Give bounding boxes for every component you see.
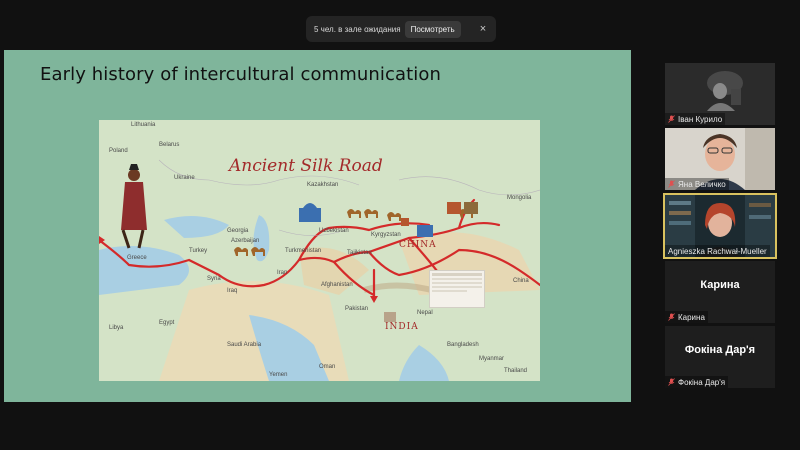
- map-label: Kyrgyzstan: [371, 232, 401, 238]
- map-label: Iraq: [227, 288, 238, 294]
- map-label: Greece: [127, 255, 147, 261]
- map-label: Ukraine: [174, 175, 195, 181]
- map-info-card: [429, 270, 485, 308]
- map-label: Syria: [207, 276, 221, 282]
- map-label: Afghanistan: [321, 282, 353, 288]
- participant-tile[interactable]: Карина Карина: [665, 261, 775, 323]
- map-title: Ancient Silk Road: [229, 156, 383, 176]
- waiting-room-notification: 5 чел. в зале ожидания Посмотреть ×: [306, 16, 496, 42]
- mic-muted-icon: [668, 313, 675, 321]
- map-label: Mongolia: [507, 195, 532, 201]
- map-label: Saudi Arabia: [227, 342, 262, 348]
- map-label: Egypt: [159, 320, 175, 326]
- waiting-room-text: 5 чел. в зале ожидания: [314, 24, 401, 34]
- mic-muted-icon: [668, 115, 675, 123]
- map-label: Myanmar: [479, 356, 505, 362]
- meeting-window: 5 чел. в зале ожидания Посмотреть × Earl…: [0, 0, 800, 450]
- mic-muted-icon: [668, 378, 675, 386]
- map-label: Turkey: [189, 248, 208, 254]
- view-waiting-room-button[interactable]: Посмотреть: [404, 20, 461, 38]
- participant-tile-active[interactable]: Agnieszka Rachwał-Mueller: [663, 193, 777, 259]
- participant-tile[interactable]: Яна Величко: [665, 128, 775, 190]
- map-label: Iran: [277, 270, 288, 276]
- participant-nameplate: Agnieszka Rachwał-Mueller: [665, 245, 770, 257]
- participant-name: Яна Величко: [678, 179, 726, 189]
- participant-nameplate: Яна Величко: [665, 178, 729, 190]
- close-icon[interactable]: ×: [476, 22, 490, 36]
- map-label: Nepal: [417, 310, 433, 316]
- participant-display-name: Карина: [700, 279, 740, 291]
- map-label: Yemen: [269, 372, 288, 378]
- map-label: China: [513, 278, 529, 284]
- map-label: Thailand: [504, 368, 528, 374]
- map-label: Kazakhstan: [307, 182, 339, 188]
- slide-title: Early history of intercultural communica…: [40, 64, 441, 85]
- map-label: Georgia: [227, 228, 249, 234]
- map-label: Belarus: [159, 142, 180, 148]
- map-label: Oman: [319, 364, 336, 370]
- participant-tile[interactable]: Фокіна Дар'я Фокіна Дар'я: [665, 326, 775, 388]
- participant-display-name: Фокіна Дар'я: [684, 344, 756, 356]
- participant-name: Карина: [678, 312, 705, 322]
- participant-name: Agnieszka Rachwał-Mueller: [668, 246, 767, 256]
- participant-name: Фокіна Дар'я: [678, 377, 726, 387]
- map-label: Pakistan: [345, 306, 369, 312]
- participant-nameplate: Іван Курило: [665, 113, 726, 125]
- silk-road-map: Ancient Silk Road CHINA INDIA Lithuania …: [99, 120, 540, 381]
- map-label: Turkmenistan: [285, 248, 322, 254]
- participant-nameplate: Фокіна Дар'я: [665, 376, 729, 388]
- map-label: Libya: [109, 325, 124, 331]
- region-label-china: CHINA: [399, 240, 437, 250]
- map-label: Poland: [109, 148, 128, 154]
- participant-nameplate: Карина: [665, 311, 708, 323]
- map-label: Tajikistan: [347, 250, 372, 256]
- map-label: Azerbaijan: [231, 238, 260, 244]
- participant-tile[interactable]: Іван Курило: [665, 63, 775, 125]
- participant-name: Іван Курило: [678, 114, 723, 124]
- map-label: Lithuania: [131, 122, 156, 128]
- shared-slide: Early history of intercultural communica…: [4, 50, 631, 402]
- map-label: Uzbekistan: [319, 228, 349, 234]
- map-label: Bangladesh: [447, 342, 479, 348]
- mic-muted-icon: [668, 180, 675, 188]
- region-label-india: INDIA: [385, 322, 419, 332]
